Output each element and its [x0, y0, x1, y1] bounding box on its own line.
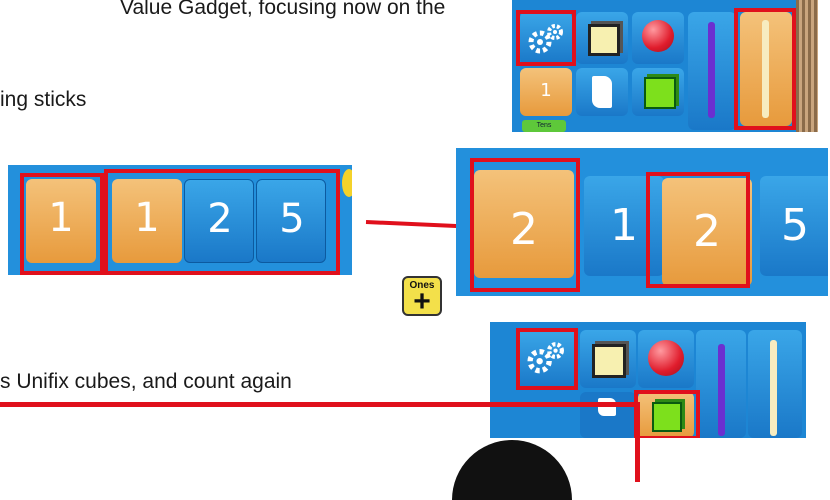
flat-icon: [592, 76, 612, 108]
number-tile-small[interactable]: 1: [520, 68, 572, 116]
cube-tile-2[interactable]: [580, 330, 636, 388]
purple-pencil-icon-2: [718, 344, 725, 436]
digit-tile-3[interactable]: 5: [760, 176, 828, 276]
stick-highlight: [734, 8, 796, 130]
green-cube-tile[interactable]: [632, 68, 684, 116]
gears-highlight-2: [516, 328, 578, 390]
number-strip-left: 1 1 2 5: [8, 165, 352, 275]
plus-icon: +: [413, 285, 431, 318]
red-ball-icon: [642, 20, 674, 52]
cube-outline-icon-2: [592, 344, 626, 378]
instruction-line-2: ing sticks: [0, 88, 87, 111]
yellow-edge: [342, 169, 352, 197]
pencil-tile[interactable]: [688, 12, 736, 130]
digit-number-3: 5: [781, 200, 809, 251]
group-highlight: [104, 169, 340, 275]
red-ball-icon-2: [648, 340, 684, 376]
tens-label: Tens: [522, 120, 566, 132]
digit-highlight: [646, 172, 750, 288]
number-strip-right: 2 1 2 5: [456, 148, 828, 296]
ones-plus-button[interactable]: Ones +: [402, 276, 442, 318]
top-right-tool-panel: 1 Tens: [512, 0, 818, 132]
ball-tile[interactable]: [632, 12, 684, 64]
green-cube-icon: [644, 77, 676, 109]
stick-icon-2: [770, 340, 777, 436]
ball-tile-2[interactable]: [638, 330, 694, 388]
cube-outline-icon: [588, 24, 620, 56]
instruction-line-3: s Unifix cubes, and count again: [0, 370, 292, 393]
flat-tile[interactable]: [576, 68, 628, 116]
tile-number: 1: [540, 80, 552, 101]
pencil-tile-2[interactable]: [696, 330, 746, 438]
green-cube-highlight: [634, 390, 700, 438]
cube-tile[interactable]: [576, 12, 628, 64]
single-value-highlight: [20, 173, 104, 275]
instruction-line-1: Value Gadget, focusing now on the: [120, 0, 446, 19]
left-value-highlight: [470, 158, 580, 292]
stick-tile-2[interactable]: [748, 330, 802, 438]
purple-pencil-icon: [708, 22, 715, 118]
wood-edge: [796, 0, 818, 132]
gears-highlight: [516, 10, 576, 66]
